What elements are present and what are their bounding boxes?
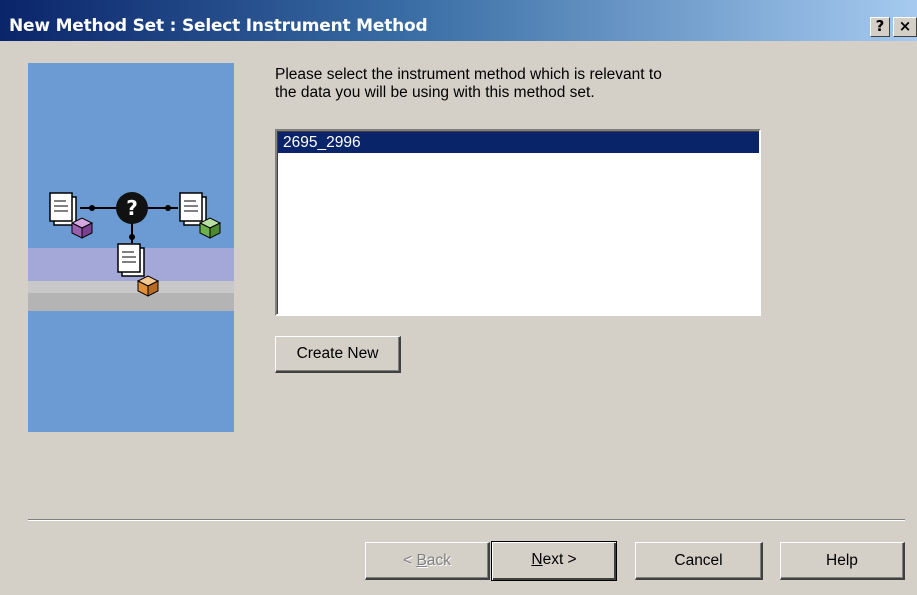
method-document-purple-cube-icon xyxy=(49,192,94,239)
back-button[interactable]: < Back xyxy=(365,542,490,580)
help-title-button[interactable]: ? xyxy=(870,17,890,37)
question-mark-icon: ? xyxy=(116,192,148,224)
separator xyxy=(28,519,905,521)
next-button[interactable]: Next > xyxy=(491,541,617,581)
help-button[interactable]: Help xyxy=(780,542,905,580)
back-prefix: < xyxy=(403,552,417,569)
close-button[interactable]: × xyxy=(893,17,917,37)
next-rest: ext > xyxy=(542,551,577,568)
help-icon: ? xyxy=(875,17,885,35)
back-mnemonic: B xyxy=(416,552,427,569)
title-bar[interactable]: New Method Set : Select Instrument Metho… xyxy=(0,0,917,41)
method-document-green-cube-icon xyxy=(179,192,222,239)
instruction-line-2: the data you will be using with this met… xyxy=(275,84,595,101)
wizard-illustration: ? xyxy=(28,63,234,432)
list-item-2695-2996[interactable]: 2695_2996 xyxy=(278,132,759,153)
instrument-method-list[interactable]: 2695_2996 xyxy=(275,129,761,316)
window-title: New Method Set : Select Instrument Metho… xyxy=(9,16,428,36)
close-icon: × xyxy=(898,17,912,35)
cancel-button[interactable]: Cancel xyxy=(635,542,763,580)
illustration-band-gray xyxy=(28,281,234,293)
instruction-line-1: Please select the instrument method whic… xyxy=(275,66,662,83)
back-rest: ack xyxy=(426,552,451,569)
svg-text:?: ? xyxy=(126,196,138,220)
create-new-button[interactable]: Create New xyxy=(275,336,401,373)
next-mnemonic: N xyxy=(531,551,543,568)
instruction-text: Please select the instrument method whic… xyxy=(275,66,755,102)
